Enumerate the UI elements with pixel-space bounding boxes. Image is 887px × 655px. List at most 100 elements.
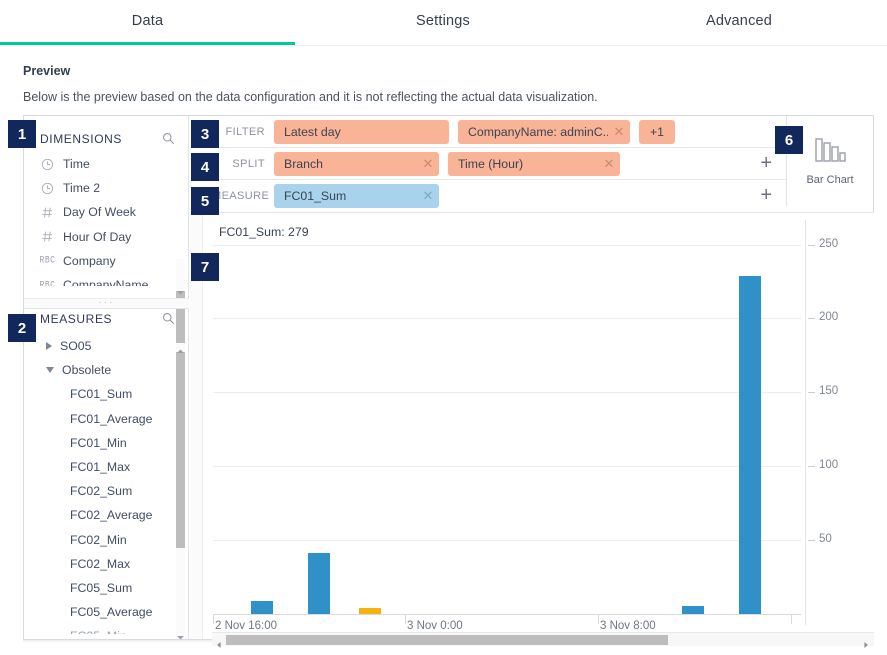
y-axis-label: 50 <box>819 533 832 545</box>
filter-overflow-badge[interactable]: +1 <box>639 119 676 144</box>
annotation-badge-3: 3 <box>191 120 219 148</box>
measure-label: FC02_Average <box>70 508 153 523</box>
y-axis-divider <box>805 220 806 625</box>
filter-pill-companyname[interactable]: CompanyName: adminC... ✕ <box>458 119 630 144</box>
y-axis-label: 200 <box>819 311 839 323</box>
dimensions-header: DIMENSIONS <box>24 124 189 154</box>
dimension-item-hour-of-day[interactable]: Hour Of Day <box>24 225 189 249</box>
measure-item[interactable]: FC05_Sum <box>24 576 189 600</box>
abc-icon: RBC <box>39 279 56 286</box>
gridline-100 <box>213 466 801 467</box>
measure-item[interactable]: FC02_Average <box>24 503 189 527</box>
dimension-item-day-of-week[interactable]: Day Of Week <box>24 200 189 224</box>
measure-item[interactable]: FC02_Max <box>24 552 189 576</box>
tab-settings[interactable]: Settings <box>295 0 591 42</box>
pill-text: Time (Hour) <box>458 156 524 171</box>
split-pill-branch[interactable]: Branch ✕ <box>274 151 439 176</box>
measure-item[interactable]: FC05_Min <box>24 624 189 634</box>
measure-label: FC02_Max <box>70 556 131 571</box>
measure-pill-fc01-sum[interactable]: FC01_Sum ✕ <box>274 184 439 208</box>
search-icon[interactable] <box>162 132 175 145</box>
dimension-item-company[interactable]: RBC Company <box>24 249 189 273</box>
y-tick <box>808 245 815 246</box>
bar[interactable] <box>251 601 273 614</box>
dimension-item-time[interactable]: Time <box>24 152 189 176</box>
config-panel: FILTER Latest day CompanyName: adminC...… <box>212 116 786 212</box>
triangle-right-icon <box>46 342 52 351</box>
chart-area: FC01_Sum: 279 2 Nov 16:00 3 Nov 0:00 3 N <box>205 213 874 639</box>
measure-item[interactable]: FC02_Min <box>24 528 189 552</box>
scroll-right-arrow[interactable] <box>862 636 870 649</box>
dimensions-list[interactable]: Time Time 2 Day Of Week Hour Of Day RBC … <box>24 152 189 286</box>
tab-advanced[interactable]: Advanced <box>591 0 887 42</box>
measure-group-label: Obsolete <box>62 363 112 378</box>
remove-icon[interactable]: ✕ <box>417 156 439 172</box>
abc-icon: RBC <box>39 255 56 267</box>
add-split-button[interactable]: + <box>760 153 772 173</box>
triangle-down-icon <box>46 367 54 374</box>
measure-item[interactable]: FC01_Sum <box>24 382 189 406</box>
page-title: Preview <box>23 64 71 78</box>
measures-scrollbar-thumb[interactable] <box>176 352 185 548</box>
split-pill-time-hour[interactable]: Time (Hour) ✕ <box>448 151 620 176</box>
measure-label: FC05_Sum <box>70 580 133 595</box>
x-tick <box>791 615 792 624</box>
dimension-item-time-2[interactable]: Time 2 <box>24 176 189 200</box>
bar[interactable] <box>308 553 330 614</box>
measure-item[interactable]: FC01_Min <box>24 431 189 455</box>
filter-pill-latest-day[interactable]: Latest day <box>274 119 449 144</box>
remove-icon[interactable]: ✕ <box>598 156 620 172</box>
bar[interactable] <box>359 608 381 614</box>
dimension-item-companyname[interactable]: RBC CompanyName <box>24 273 189 286</box>
measure-row: MEASURE FC01_Sum ✕ + <box>212 180 786 212</box>
dimension-label: Time <box>63 157 90 172</box>
y-axis-label: 100 <box>819 459 839 471</box>
pill-text: Branch <box>284 156 323 171</box>
chart-horizontal-scrollbar-thumb[interactable] <box>226 635 668 645</box>
measure-group-so05[interactable]: SO05 <box>24 334 189 358</box>
dimension-label: CompanyName <box>63 278 149 286</box>
tab-data[interactable]: Data <box>0 0 295 42</box>
scroll-left-arrow[interactable] <box>215 636 223 649</box>
x-tick <box>405 615 406 624</box>
bar[interactable] <box>739 276 761 614</box>
dimension-label: Hour Of Day <box>63 229 132 244</box>
chart-type-label: Bar Chart <box>806 173 854 186</box>
measure-item[interactable]: FC02_Sum <box>24 479 189 503</box>
measure-label: FC05_Average <box>70 605 153 620</box>
y-tick <box>808 540 815 541</box>
remove-icon[interactable]: ✕ <box>417 188 439 204</box>
clock-icon <box>40 157 55 172</box>
pill-text: Latest day <box>284 124 341 139</box>
measures-scroll-up-arrow[interactable] <box>176 343 185 353</box>
chart-plot: 2 Nov 16:00 3 Nov 0:00 3 Nov 8:00 <box>213 238 801 632</box>
measures-list[interactable]: SO05 Obsolete FC01_Sum FC01_Average FC01… <box>24 334 189 634</box>
y-axis-label: 250 <box>819 238 839 250</box>
dimensions-scroll-down-arrow[interactable] <box>176 284 185 295</box>
dimension-label: Company <box>63 253 116 268</box>
measures-title: MEASURES <box>40 312 113 326</box>
remove-icon[interactable]: ✕ <box>608 124 630 140</box>
measure-item[interactable]: FC01_Average <box>24 407 189 431</box>
measure-label: FC01_Min <box>70 435 127 450</box>
measure-label: FC01_Sum <box>70 387 133 402</box>
bar[interactable] <box>682 606 704 614</box>
add-measure-button[interactable]: + <box>760 185 772 205</box>
measure-label: FC02_Sum <box>70 484 133 499</box>
measure-group-obsolete[interactable]: Obsolete <box>24 358 189 382</box>
measure-item[interactable]: FC01_Max <box>24 455 189 479</box>
measures-scroll-down-arrow[interactable] <box>176 629 185 640</box>
measure-item[interactable]: FC05_Average <box>24 600 189 624</box>
hash-icon <box>40 205 55 220</box>
panel-resize-handle[interactable]: ··· <box>24 298 189 309</box>
annotation-badge-2: 2 <box>8 314 36 342</box>
measure-group-label: SO05 <box>60 339 92 354</box>
tab-bar: Data Settings Advanced <box>0 0 887 46</box>
y-axis-label: 150 <box>819 385 839 397</box>
filter-label: FILTER <box>225 125 265 138</box>
y-tick <box>808 466 815 467</box>
search-icon[interactable] <box>162 312 175 325</box>
tab-bar-divider <box>0 45 887 46</box>
app-root: Data Settings Advanced Preview Below is … <box>0 0 887 655</box>
chart-horizontal-scrollbar[interactable] <box>212 632 874 649</box>
